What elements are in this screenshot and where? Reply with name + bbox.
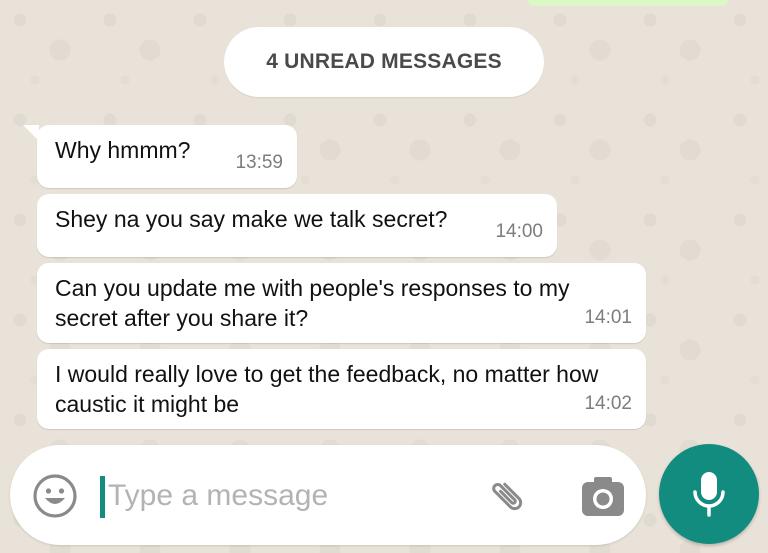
message-bubble[interactable]: I would really love to get the feedback,… (37, 349, 646, 429)
message-text: Shey na you say make we talk secret? (55, 206, 448, 232)
camera-icon[interactable] (580, 474, 626, 518)
smiley-icon[interactable] (32, 473, 78, 519)
message-composer (10, 445, 646, 545)
paperclip-icon[interactable] (485, 473, 533, 521)
message-bubble[interactable]: Shey na you say make we talk secret? 14:… (37, 194, 557, 257)
text-cursor (100, 476, 105, 518)
sent-message-bubble-edge (528, 0, 728, 6)
message-time: 14:00 (495, 221, 543, 242)
message-time: 14:01 (584, 307, 632, 328)
message-input[interactable] (108, 471, 468, 521)
message-time: 14:02 (584, 393, 632, 414)
unread-messages-banner: 4 UNREAD MESSAGES (224, 27, 544, 97)
bubble-tail (23, 125, 39, 141)
message-text: Can you update me with people's response… (55, 275, 570, 331)
message-time: 13:59 (235, 152, 283, 173)
microphone-icon (693, 472, 725, 517)
unread-messages-label: 4 UNREAD MESSAGES (266, 50, 502, 73)
message-text: I would really love to get the feedback,… (55, 361, 599, 417)
voice-record-button[interactable] (659, 444, 759, 544)
message-bubble[interactable]: Can you update me with people's response… (37, 263, 646, 343)
message-text: Why hmmm? (55, 137, 191, 163)
message-bubble[interactable]: Why hmmm? 13:59 (23, 125, 297, 188)
